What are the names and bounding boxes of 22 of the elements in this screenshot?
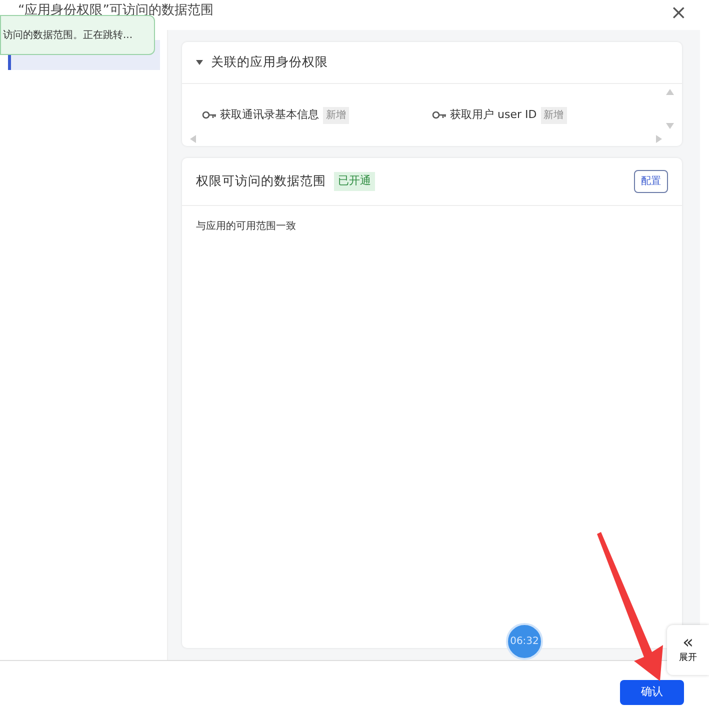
configure-button[interactable]: 配置 [634,170,668,193]
status-tag: 已开通 [334,172,375,191]
new-tag: 新增 [540,106,567,124]
expand-label: 展开 [679,652,697,666]
scroll-up-icon[interactable] [666,89,674,95]
card-title: 权限可访问的数据范围 [196,172,326,190]
scroll-down-icon[interactable] [666,123,674,129]
collapse-arrows: « [682,634,694,652]
scroll-right-icon[interactable] [656,135,662,143]
confirm-button[interactable]: 确认 [620,680,684,704]
scope-description: 与应用的可用范围一致 [196,221,296,232]
scroll-left-icon[interactable] [190,135,196,143]
toast-message: 访问的数据范围。正在跳转... [0,15,155,55]
permission-name: 获取用户 user ID [450,106,537,123]
close-button[interactable]: × [670,2,687,22]
card-title: 关联的应用身份权限 [211,53,328,72]
key-icon [432,111,446,119]
expand-tab[interactable]: « 展开 [667,625,709,675]
permission-name: 获取通讯录基本信息 [220,106,319,123]
new-tag: 新增 [323,106,349,124]
collapse-icon[interactable] [196,60,203,65]
key-icon [202,111,216,119]
